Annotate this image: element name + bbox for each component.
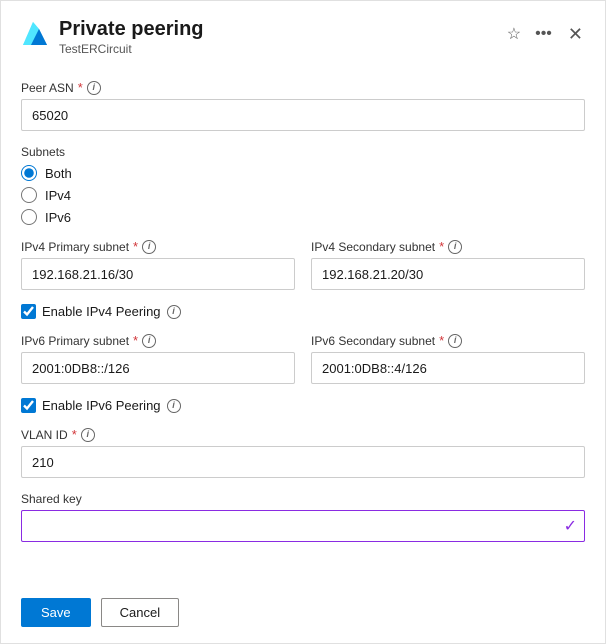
subnet-radio-both[interactable] <box>21 165 37 181</box>
ipv4-secondary-group: IPv4 Secondary subnet * i <box>311 239 585 290</box>
subnets-group: Subnets Both IPv4 IPv6 <box>21 145 585 225</box>
ipv6-primary-label: IPv6 Primary subnet * i <box>21 333 295 348</box>
subnet-label-ipv4: IPv4 <box>45 188 71 203</box>
enable-ipv6-label: Enable IPv6 Peering <box>42 398 161 413</box>
ipv4-subnet-row: IPv4 Primary subnet * i IPv4 Secondary s… <box>21 239 585 304</box>
header-actions: ☆ ••• ✕ <box>503 21 589 47</box>
dialog-subtitle: TestERCircuit <box>59 42 503 56</box>
ipv4-primary-group: IPv4 Primary subnet * i <box>21 239 295 290</box>
cancel-button[interactable]: Cancel <box>101 598 179 627</box>
subnet-option-ipv6[interactable]: IPv6 <box>21 209 585 225</box>
ipv6-subnet-row: IPv6 Primary subnet * i IPv6 Secondary s… <box>21 333 585 398</box>
ipv4-secondary-label: IPv4 Secondary subnet * i <box>311 239 585 254</box>
vlan-id-info-icon[interactable]: i <box>81 428 95 442</box>
ipv4-primary-input[interactable] <box>21 258 295 290</box>
enable-ipv4-checkbox[interactable] <box>21 304 36 319</box>
subnet-label-both: Both <box>45 166 72 181</box>
vlan-id-required: * <box>72 427 77 442</box>
subnet-option-ipv4[interactable]: IPv4 <box>21 187 585 203</box>
enable-ipv4-row: Enable IPv4 Peering i <box>21 304 585 319</box>
ipv6-secondary-required: * <box>439 333 444 348</box>
vlan-id-input[interactable] <box>21 446 585 478</box>
peer-asn-info-icon[interactable]: i <box>87 81 101 95</box>
subnet-label-ipv6: IPv6 <box>45 210 71 225</box>
subnets-label: Subnets <box>21 145 585 159</box>
ipv4-primary-info-icon[interactable]: i <box>142 240 156 254</box>
peer-asn-label: Peer ASN * i <box>21 80 585 95</box>
vlan-id-group: VLAN ID * i <box>21 427 585 478</box>
ipv4-primary-required: * <box>133 239 138 254</box>
private-peering-dialog: Private peering TestERCircuit ☆ ••• ✕ Pe… <box>0 0 606 644</box>
dialog-footer: Save Cancel <box>1 586 605 643</box>
enable-ipv6-checkbox[interactable] <box>21 398 36 413</box>
ipv6-primary-input[interactable] <box>21 352 295 384</box>
save-button[interactable]: Save <box>21 598 91 627</box>
ipv6-primary-required: * <box>133 333 138 348</box>
peer-asn-group: Peer ASN * i <box>21 80 585 131</box>
ipv6-secondary-info-icon[interactable]: i <box>448 334 462 348</box>
subnet-radio-ipv4[interactable] <box>21 187 37 203</box>
ipv4-primary-label: IPv4 Primary subnet * i <box>21 239 295 254</box>
header-text-group: Private peering TestERCircuit <box>59 17 503 56</box>
close-button[interactable]: ✕ <box>562 21 589 47</box>
dialog-title: Private peering <box>59 17 503 41</box>
ipv6-primary-info-icon[interactable]: i <box>142 334 156 348</box>
vlan-id-label: VLAN ID * i <box>21 427 585 442</box>
azure-logo <box>17 19 49 51</box>
subnets-radio-group: Both IPv4 IPv6 <box>21 165 585 225</box>
ipv4-secondary-info-icon[interactable]: i <box>448 240 462 254</box>
ipv4-secondary-input[interactable] <box>311 258 585 290</box>
dialog-header: Private peering TestERCircuit ☆ ••• ✕ <box>1 1 605 64</box>
shared-key-check-icon: ✓ <box>564 516 577 536</box>
peer-asn-input[interactable] <box>21 99 585 131</box>
peer-asn-required: * <box>78 80 83 95</box>
enable-ipv4-label: Enable IPv4 Peering <box>42 304 161 319</box>
ipv6-secondary-label: IPv6 Secondary subnet * i <box>311 333 585 348</box>
ipv6-secondary-group: IPv6 Secondary subnet * i <box>311 333 585 384</box>
dialog-content: Peer ASN * i Subnets Both IPv4 IP <box>1 64 605 586</box>
enable-ipv6-info-icon[interactable]: i <box>167 399 181 413</box>
subnet-radio-ipv6[interactable] <box>21 209 37 225</box>
subnet-option-both[interactable]: Both <box>21 165 585 181</box>
more-options-button[interactable]: ••• <box>531 23 556 45</box>
shared-key-group: Shared key ✓ <box>21 492 585 542</box>
enable-ipv4-info-icon[interactable]: i <box>167 305 181 319</box>
favorite-button[interactable]: ☆ <box>503 22 525 46</box>
ipv4-secondary-required: * <box>439 239 444 254</box>
shared-key-label: Shared key <box>21 492 585 506</box>
ipv6-secondary-input[interactable] <box>311 352 585 384</box>
shared-key-input-wrap: ✓ <box>21 510 585 542</box>
ipv6-primary-group: IPv6 Primary subnet * i <box>21 333 295 384</box>
shared-key-input[interactable] <box>21 510 585 542</box>
enable-ipv6-row: Enable IPv6 Peering i <box>21 398 585 413</box>
